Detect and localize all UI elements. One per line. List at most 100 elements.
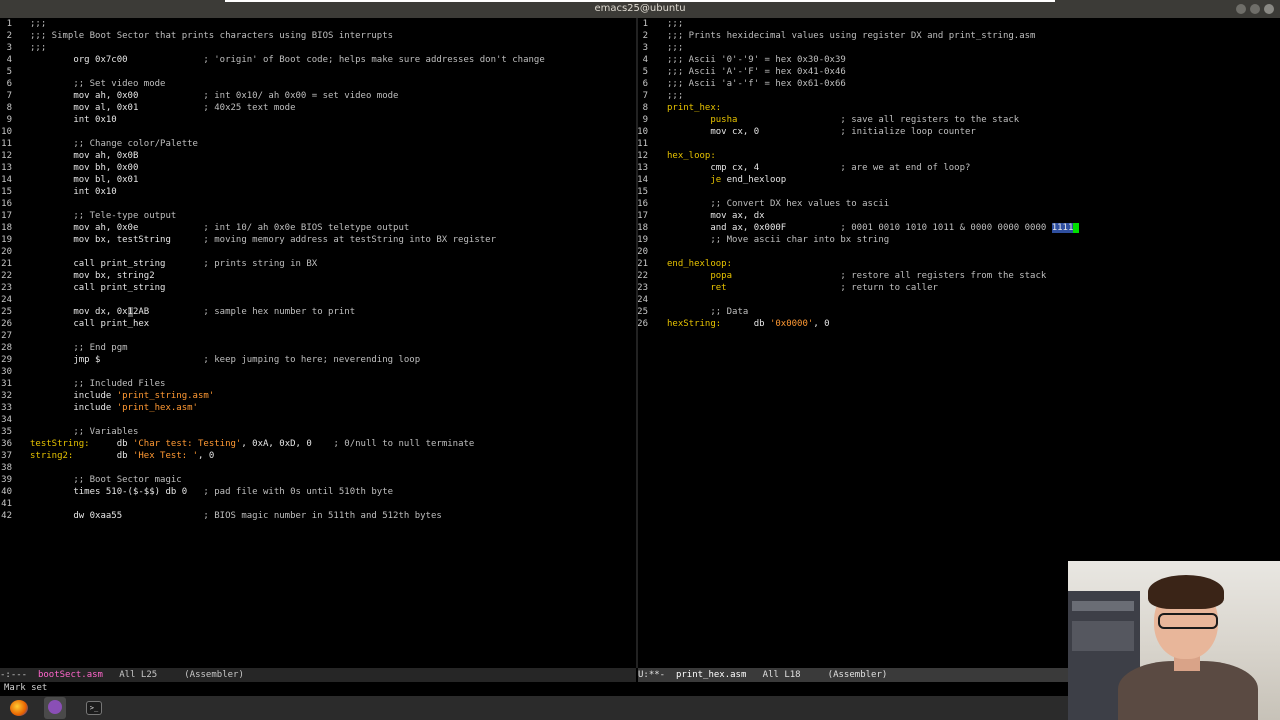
code-line[interactable]: 32 include 'print_string.asm' (0, 390, 636, 402)
code-text[interactable]: hexString: db '0x0000', 0 (667, 318, 830, 330)
code-text[interactable]: ;;; (667, 90, 683, 102)
code-text[interactable]: times 510-($-$$) db 0 ; pad file with 0s… (30, 486, 393, 498)
code-text[interactable]: call print_string (30, 282, 165, 294)
code-line[interactable]: 10 (0, 126, 636, 138)
code-text[interactable]: ;;; Ascii '0'-'9' = hex 0x30-0x39 (667, 54, 846, 66)
code-line[interactable]: 23 call print_string (0, 282, 636, 294)
code-text[interactable]: include 'print_string.asm' (30, 390, 214, 402)
code-line[interactable]: 18 mov ah, 0x0e ; int 10/ ah 0x0e BIOS t… (0, 222, 636, 234)
code-line[interactable]: 38 (0, 462, 636, 474)
code-text[interactable]: ;; End pgm (30, 342, 127, 354)
minimize-button[interactable] (1236, 4, 1246, 14)
code-line[interactable]: 20 (0, 246, 636, 258)
code-line[interactable]: 7;;; (638, 90, 1280, 102)
code-text[interactable]: call print_hex (30, 318, 149, 330)
code-line[interactable]: 23 ret ; return to caller (638, 282, 1280, 294)
terminal-icon[interactable]: >_ (86, 701, 102, 715)
code-text[interactable]: ;; Boot Sector magic (30, 474, 181, 486)
code-line[interactable]: 12 mov ah, 0x0B (0, 150, 636, 162)
code-text[interactable]: ;;; (667, 42, 683, 54)
code-line[interactable]: 19 ;; Move ascii char into bx string (638, 234, 1280, 246)
code-text[interactable]: string2: db 'Hex Test: ', 0 (30, 450, 214, 462)
code-text[interactable]: dw 0xaa55 ; BIOS magic number in 511th a… (30, 510, 441, 522)
code-line[interactable]: 15 (638, 186, 1280, 198)
code-line[interactable]: 24 (638, 294, 1280, 306)
right-modeline[interactable]: U:**- print_hex.asm All L18 (Assembler) (638, 668, 1068, 682)
code-line[interactable]: 9 int 0x10 (0, 114, 636, 126)
code-text[interactable]: cmp cx, 4 ; are we at end of loop? (667, 162, 970, 174)
right-modeline-buffer[interactable]: print_hex.asm (676, 670, 746, 680)
code-text[interactable]: ;;; (30, 18, 46, 30)
code-line[interactable]: 4 ;;; Ascii '0'-'9' = hex 0x30-0x39 (638, 54, 1280, 66)
code-text[interactable]: call print_string ; prints string in BX (30, 258, 317, 270)
code-text[interactable]: mov al, 0x01 ; 40x25 text mode (30, 102, 295, 114)
code-line[interactable]: 25 mov dx, 0x12AB ; sample hex number to… (0, 306, 636, 318)
code-line[interactable]: 37 string2: db 'Hex Test: ', 0 (0, 450, 636, 462)
code-text[interactable]: ret ; return to caller (667, 282, 938, 294)
code-line[interactable]: 31 ;; Included Files (0, 378, 636, 390)
code-line[interactable]: 42 dw 0xaa55 ; BIOS magic number in 511t… (0, 510, 636, 522)
code-line[interactable]: 21 call print_string ; prints string in … (0, 258, 636, 270)
code-line[interactable]: 11 ;; Change color/Palette (0, 138, 636, 150)
code-line[interactable]: 13 cmp cx, 4 ; are we at end of loop? (638, 162, 1280, 174)
code-text[interactable]: ;;; Simple Boot Sector that prints chara… (30, 30, 393, 42)
code-text[interactable]: int 0x10 (30, 186, 116, 198)
code-line[interactable]: 17 ;; Tele-type output (0, 210, 636, 222)
code-line[interactable]: 20 (638, 246, 1280, 258)
code-line[interactable]: 2 ;;; Simple Boot Sector that prints char… (0, 30, 636, 42)
left-modeline-mode[interactable]: (Assembler) (173, 670, 244, 680)
code-line[interactable]: 22 popa ; restore all registers from the… (638, 270, 1280, 282)
code-text[interactable]: print_hex: (667, 102, 721, 114)
code-text[interactable]: ;;; (667, 18, 683, 30)
code-text[interactable]: int 0x10 (30, 114, 116, 126)
code-text[interactable]: pusha ; save all registers to the stack (667, 114, 1019, 126)
code-line[interactable]: 16 (0, 198, 636, 210)
code-line[interactable]: 17 mov ax, dx (638, 210, 1280, 222)
code-line[interactable]: 26 hexString: db '0x0000', 0 (638, 318, 1280, 330)
code-text[interactable]: mov bx, testString ; moving memory addre… (30, 234, 496, 246)
code-text[interactable]: ;; Data (667, 306, 748, 318)
code-text[interactable]: mov bh, 0x00 (30, 162, 138, 174)
code-line[interactable]: 14 mov bl, 0x01 (0, 174, 636, 186)
code-text[interactable]: mov dx, 0x12AB ; sample hex number to pr… (30, 306, 355, 318)
code-text[interactable]: ;;; (30, 42, 46, 54)
code-line[interactable]: 10 mov cx, 0 ; initialize loop counter (638, 126, 1280, 138)
code-line[interactable]: 6 ;;; Ascii 'a'-'f' = hex 0x61-0x66 (638, 78, 1280, 90)
code-line[interactable]: 39 ;; Boot Sector magic (0, 474, 636, 486)
code-line[interactable]: 8 mov al, 0x01 ; 40x25 text mode (0, 102, 636, 114)
code-text[interactable]: testString: db 'Char test: Testing', 0xA… (30, 438, 474, 450)
code-text[interactable]: ;; Variables (30, 426, 138, 438)
code-line[interactable]: 11 (638, 138, 1280, 150)
code-text[interactable]: mov ah, 0x0B (30, 150, 138, 162)
code-line[interactable]: 22 mov bx, string2 (0, 270, 636, 282)
code-text[interactable]: mov ah, 0x0e ; int 10/ ah 0x0e BIOS tele… (30, 222, 409, 234)
code-line[interactable]: 16 ;; Convert DX hex values to ascii (638, 198, 1280, 210)
code-line[interactable]: 27 (0, 330, 636, 342)
maximize-button[interactable] (1250, 4, 1260, 14)
code-line[interactable]: 8 print_hex: (638, 102, 1280, 114)
code-line[interactable]: 18 and ax, 0x000F ; 0001 0010 1010 1011 … (638, 222, 1280, 234)
code-text[interactable]: jmp $ ; keep jumping to here; neverendin… (30, 354, 420, 366)
code-line[interactable]: 1;;; (0, 18, 636, 30)
code-line[interactable]: 3;;; (638, 42, 1280, 54)
code-line[interactable]: 24 (0, 294, 636, 306)
code-line[interactable]: 26 call print_hex (0, 318, 636, 330)
code-line[interactable]: 14 je end_hexloop (638, 174, 1280, 186)
code-line[interactable]: 21 end_hexloop: (638, 258, 1280, 270)
code-text[interactable]: ;; Move ascii char into bx string (667, 234, 889, 246)
code-text[interactable]: ;;; Ascii 'a'-'f' = hex 0x61-0x66 (667, 78, 846, 90)
code-line[interactable]: 25 ;; Data (638, 306, 1280, 318)
code-text[interactable]: end_hexloop: (667, 258, 732, 270)
code-text[interactable]: popa ; restore all registers from the st… (667, 270, 1046, 282)
code-line[interactable]: 28 ;; End pgm (0, 342, 636, 354)
code-line[interactable]: 34 (0, 414, 636, 426)
code-text[interactable]: ;; Set video mode (30, 78, 165, 90)
code-line[interactable]: 5 (0, 66, 636, 78)
code-line[interactable]: 19 mov bx, testString ; moving memory ad… (0, 234, 636, 246)
code-text[interactable]: ;; Change color/Palette (30, 138, 198, 150)
left-editor-pane[interactable]: 1;;; 2;;; Simple Boot Sector that prints … (0, 18, 636, 668)
code-line[interactable]: 33 include 'print_hex.asm' (0, 402, 636, 414)
code-text[interactable]: ;;; Ascii 'A'-'F' = hex 0x41-0x46 (667, 66, 846, 78)
code-text[interactable]: mov ah, 0x00 ; int 0x10/ ah 0x00 = set v… (30, 90, 398, 102)
right-modeline-mode[interactable]: (Assembler) (817, 670, 888, 680)
